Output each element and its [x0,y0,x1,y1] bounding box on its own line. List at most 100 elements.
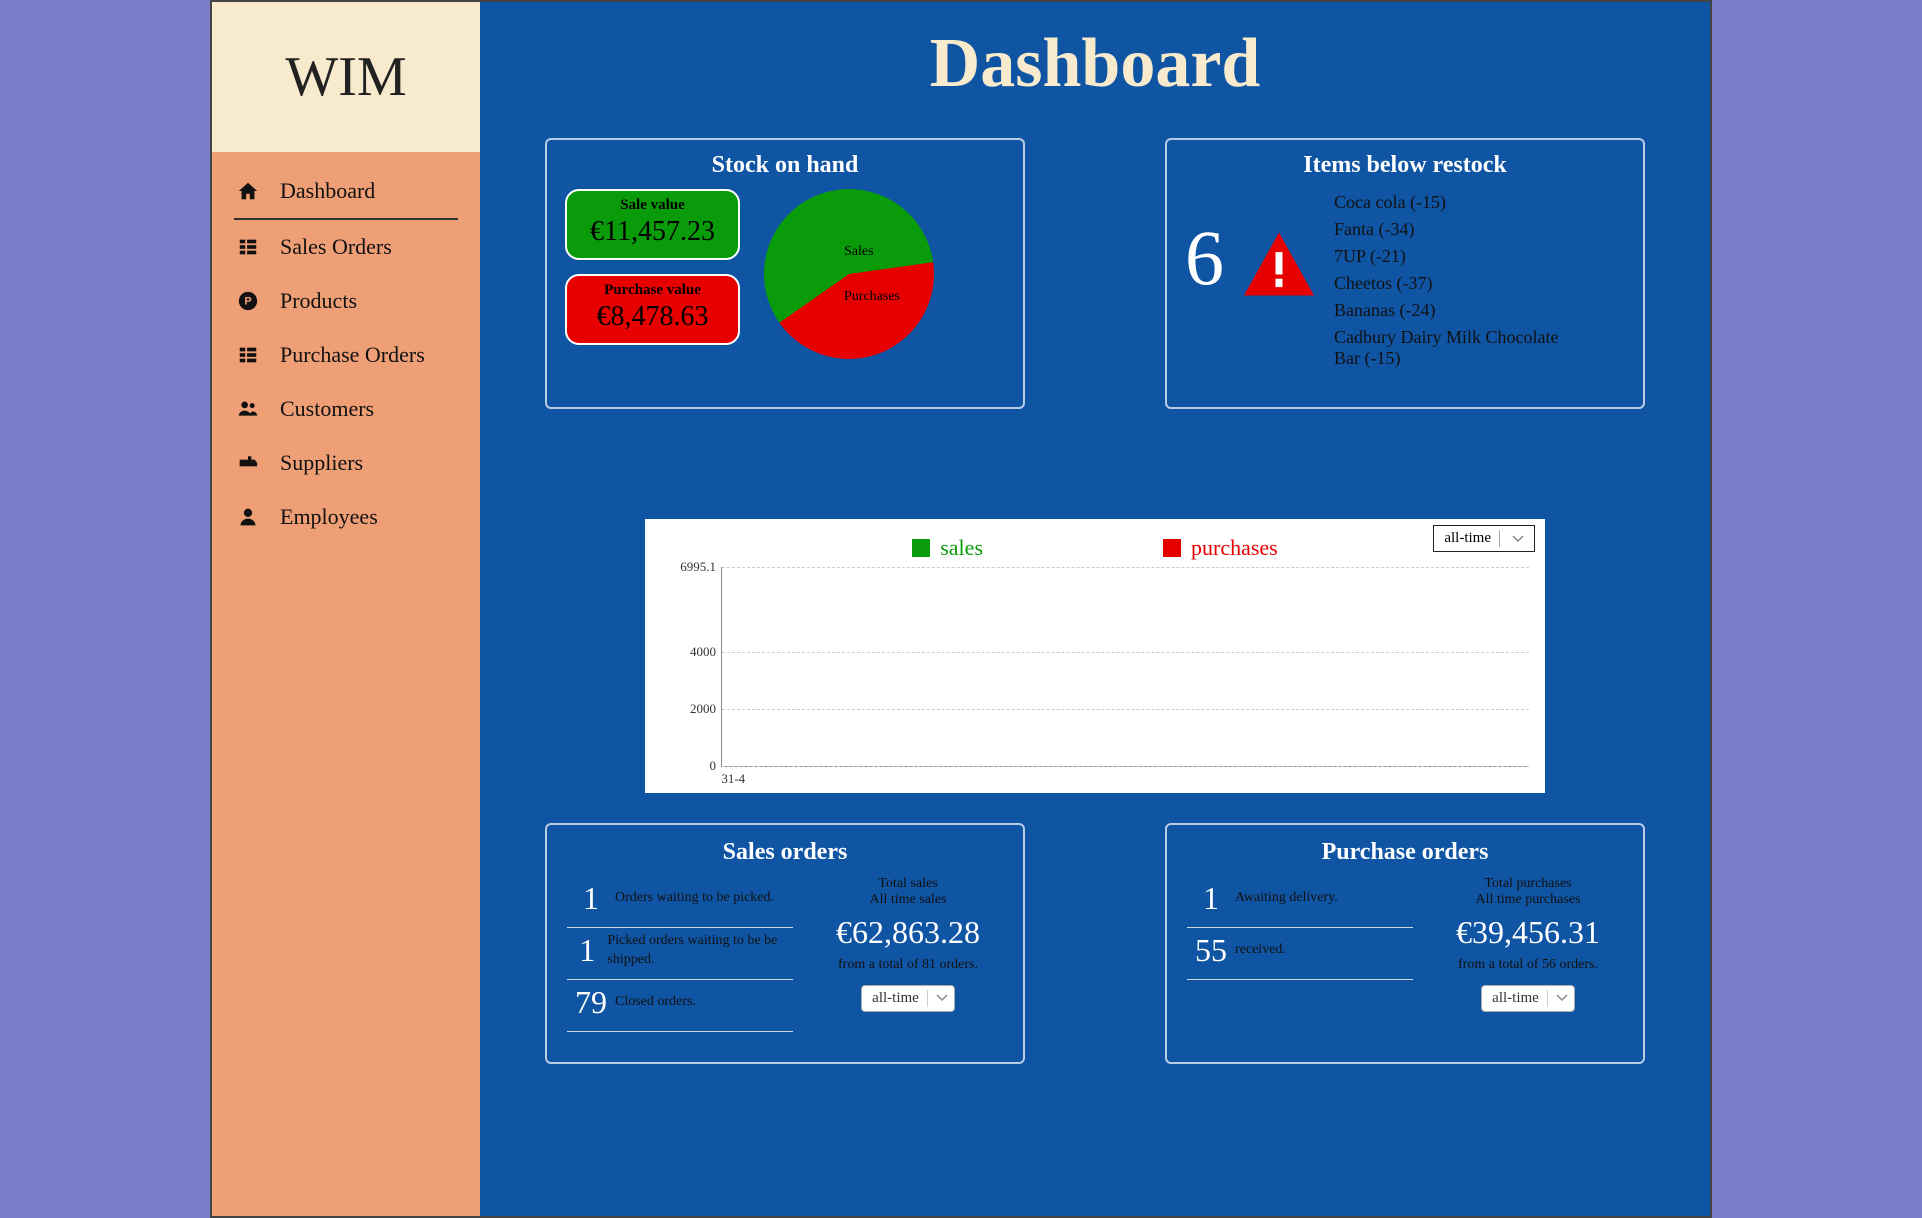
chart-bars [722,567,1529,766]
legend-sales-swatch [912,539,930,557]
page-title: Dashboard [520,2,1670,138]
y-tick-label: 2000 [690,701,716,717]
sidebar-item-dashboard[interactable]: Dashboard [212,164,480,218]
chart-range-select[interactable]: all-time [1433,525,1535,552]
users-icon [234,398,262,420]
legend-purchases-swatch [1163,539,1181,557]
x-tick-label [843,771,867,787]
po-total-value: €39,456.31 [1433,914,1623,951]
x-tick-label [1260,771,1284,787]
x-tick-label [770,771,794,787]
restock-list-item: 7UP (-21) [1334,243,1559,270]
stock-title: Stock on hand [565,152,1005,179]
restock-list-item: Fanta (-34) [1334,216,1559,243]
x-tick-label [1137,771,1161,787]
sidebar: WIM DashboardSales Orders P Products Purcha… [210,0,480,1218]
order-stat-row: 1Picked orders waiting to be be shipped. [567,928,793,980]
sidebar-item-products[interactable]: P Products [212,274,480,328]
legend-sales: sales [912,535,983,561]
sidebar-item-customers[interactable]: Customers [212,382,480,436]
restock-card: Items below restock 6 Coca cola (-15)Fan… [1165,138,1645,409]
x-tick-label [1480,771,1504,787]
x-tick-label [1333,771,1357,787]
po-range-select[interactable]: all-time [1481,985,1575,1012]
so-range-select[interactable]: all-time [861,985,955,1012]
chart-plot: 0200040006995.1 [721,567,1529,767]
legend-purchases-label: purchases [1191,535,1278,561]
restock-list[interactable]: Coca cola (-15)Fanta (-34)7UP (-21)Cheet… [1334,189,1559,389]
sidebar-item-label: Customers [280,396,374,422]
x-tick-label [966,771,990,787]
pie-graphic [753,178,945,370]
order-stat-row: 79Closed orders. [567,980,793,1032]
x-tick-label [941,771,965,787]
legend-purchases: purchases [1163,535,1278,561]
x-tick-label [990,771,1014,787]
x-tick-label [1162,771,1186,787]
legend-sales-label: sales [940,535,983,561]
order-stat-count: 1 [567,880,615,917]
x-tick-label [1113,771,1137,787]
list-icon [234,236,262,258]
sidebar-item-label: Employees [280,504,378,530]
po-total-label: Total purchases [1433,876,1623,892]
purchase-orders-title: Purchase orders [1187,839,1623,866]
order-stat-row: 1Awaiting delivery. [1187,876,1413,928]
po-total-sub: from a total of 56 orders. [1433,957,1623,973]
po-range-value: all-time [1492,990,1539,1007]
order-stat-label: Awaiting delivery. [1235,889,1338,907]
order-stat-label: Picked orders waiting to be be shipped. [607,932,793,968]
y-tick-label: 4000 [690,644,716,660]
purchase-value: €8,478.63 [573,301,732,333]
x-tick-label [745,771,769,787]
svg-text:P: P [244,296,251,308]
x-tick-label [1505,771,1529,787]
restock-count: 6 [1185,219,1224,297]
x-tick-label [1186,771,1210,787]
sales-orders-title: Sales orders [567,839,1003,866]
home-icon [234,180,262,202]
x-tick-label [917,771,941,787]
po-total-label2: All time purchases [1433,892,1623,908]
x-tick-label [1358,771,1382,787]
sales-purchases-chart: all-time sales purchases 0200040006995.1… [645,519,1545,793]
x-tick-label [794,771,818,787]
order-stat-count: 1 [1187,880,1235,917]
x-tick-label [1015,771,1039,787]
sidebar-item-sales-orders[interactable]: Sales Orders [212,220,480,274]
y-gridline [722,766,1529,767]
sales-orders-card: Sales orders 1Orders waiting to be picke… [545,823,1025,1064]
x-tick-label [1064,771,1088,787]
sidebar-item-purchase-orders[interactable]: Purchase Orders [212,328,480,382]
x-tick-label [1235,771,1259,787]
sidebar-item-label: Products [280,288,357,314]
so-total-value: €62,863.28 [813,914,1003,951]
restock-title: Items below restock [1185,152,1625,179]
y-tick-label: 0 [710,758,717,774]
pie-purchases-label: Purchases [844,289,900,305]
order-stat-label: Orders waiting to be picked. [615,889,774,907]
stock-pie-chart: Sales Purchases [764,189,934,359]
x-tick-label [1211,771,1235,787]
so-total-sub: from a total of 81 orders. [813,957,1003,973]
order-stat-row: 1Orders waiting to be picked. [567,876,793,928]
brand-logo: WIM [212,2,480,152]
sale-value: €11,457.23 [573,216,732,248]
x-tick-label [1407,771,1431,787]
sidebar-item-employees[interactable]: Employees [212,490,480,544]
user-icon [234,506,262,528]
chart-legend: sales purchases [661,535,1529,561]
chevron-down-icon [1556,990,1568,1007]
restock-list-item: Cadbury Dairy Milk Chocolate Bar (-15) [1334,324,1559,372]
order-stat-count: 79 [567,984,615,1021]
order-stat-label: Closed orders. [615,993,696,1011]
order-stat-count: 55 [1187,932,1235,969]
main-content: Dashboard Stock on hand Sale value €11,4… [480,0,1712,1218]
sidebar-item-suppliers[interactable]: Suppliers [212,436,480,490]
order-stat-label: received. [1235,941,1286,959]
purchase-value-pill: Purchase value €8,478.63 [565,274,740,345]
purchase-orders-card: Purchase orders 1Awaiting delivery. 55rec… [1165,823,1645,1064]
x-tick-label [1309,771,1333,787]
so-total-label: Total sales [813,876,1003,892]
nav: DashboardSales Orders P Products Purchase O… [212,152,480,544]
